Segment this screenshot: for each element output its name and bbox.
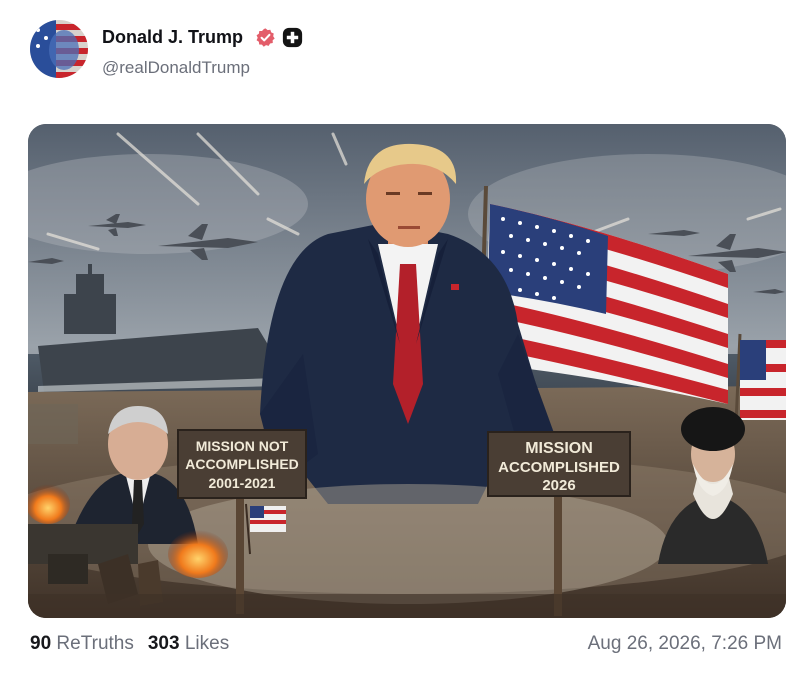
truth-post: Donald J. Trump @realDonaldTrump MISSION… [0,0,800,678]
sign-left-line1: MISSION NOT [196,438,289,454]
likes-count: 303 [147,633,180,654]
post-timestamp[interactable]: Aug 26, 2026, 7:26 PM [588,633,782,655]
sign-left-line3: 2001-2021 [209,475,276,491]
author-handle[interactable]: @realDonaldTrump [102,58,250,78]
sign-right-line2: ACCOMPLISHED [498,459,620,476]
likes-label: Likes [184,633,230,654]
sign-left-line2: ACCOMPLISHED [185,456,299,472]
post-image[interactable]: MISSION NOT ACCOMPLISHED 2001-2021 MISSI… [28,124,786,618]
avatar[interactable] [30,20,88,78]
post-stats: 90 ReTruths 303 Likes [30,633,229,655]
verified-badge-icon [255,27,276,48]
author-name[interactable]: Donald J. Trump [102,27,243,48]
retruths-label: ReTruths [56,633,134,654]
plus-badge-icon [282,27,303,48]
sign-right-line3: 2026 [542,477,575,494]
retruths-stat[interactable]: 90 ReTruths [30,633,134,654]
retruths-count: 90 [30,633,52,654]
sign-right-line1: MISSION [525,440,593,457]
likes-stat[interactable]: 303 Likes [148,633,229,654]
